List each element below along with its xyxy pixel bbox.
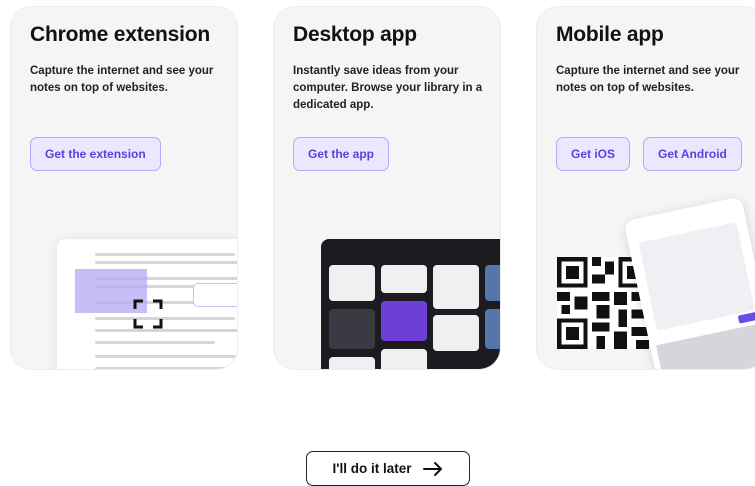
chrome-extension-title: Chrome extension [30, 23, 211, 46]
get-extension-button[interactable]: Get the extension [30, 137, 161, 171]
get-app-button[interactable]: Get the app [293, 137, 390, 171]
desktop-app-title: Desktop app [293, 23, 417, 46]
do-it-later-label: I'll do it later [332, 461, 412, 476]
extension-preview-illustration [57, 239, 237, 369]
chrome-extension-card: Chrome extension Capture the internet an… [10, 6, 238, 370]
get-android-button[interactable]: Get Android [643, 137, 742, 171]
mobile-app-title: Mobile app [556, 23, 664, 46]
mobile-app-description: Capture the internet and see your notes … [556, 65, 740, 94]
do-it-later-button[interactable]: I'll do it later [306, 451, 470, 486]
chrome-extension-description: Capture the internet and see your notes … [30, 65, 214, 94]
get-ios-button[interactable]: Get iOS [556, 137, 631, 171]
mobile-app-card: Mobile app Capture the internet and see … [536, 6, 755, 370]
desktop-app-card: Desktop app Instantly save ideas from yo… [273, 6, 501, 370]
desktop-app-illustration [321, 239, 500, 369]
arrow-right-icon [423, 461, 443, 476]
desktop-app-description: Instantly save ideas from your computer.… [293, 65, 483, 111]
note-popup [193, 283, 237, 307]
crop-icon [133, 299, 163, 329]
